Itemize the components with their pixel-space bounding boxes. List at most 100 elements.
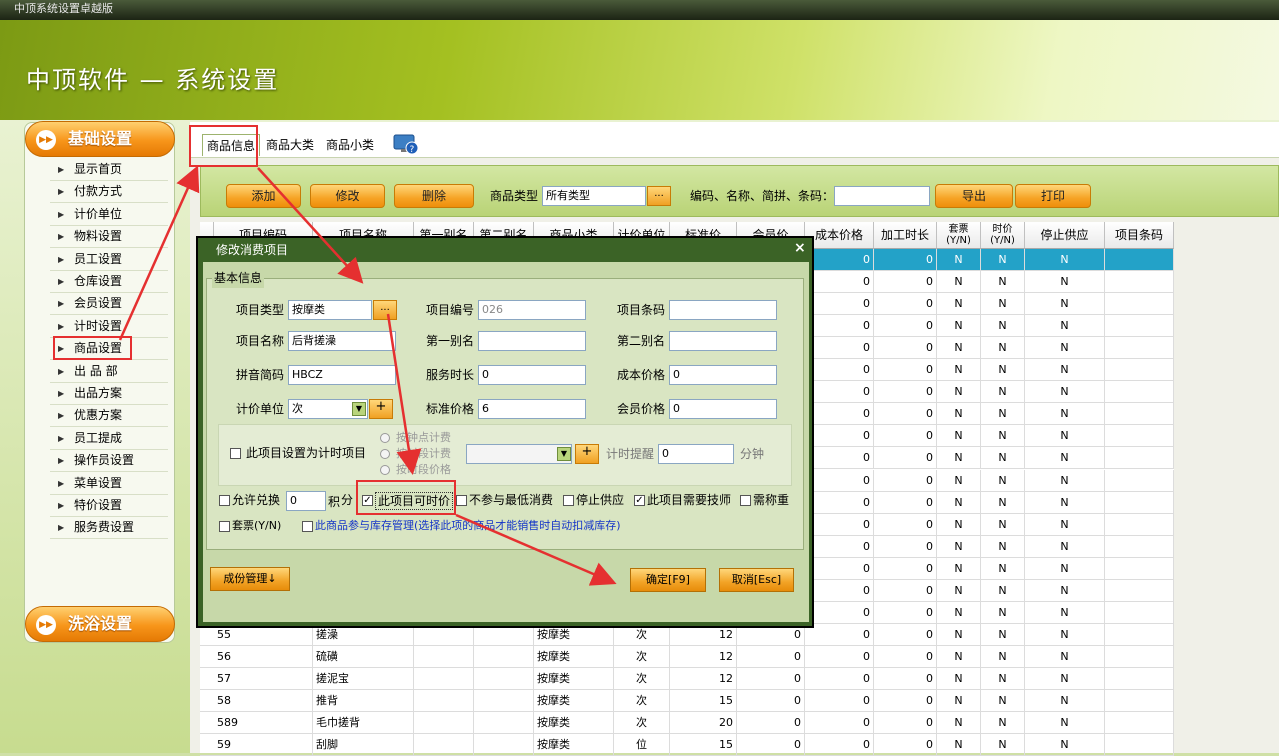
radio-by-hour[interactable] (380, 433, 390, 443)
period-add-button[interactable]: + (575, 444, 599, 464)
grid-header[interactable]: 加工时长 (874, 222, 937, 249)
chevron-down-icon[interactable]: ▼ (557, 447, 571, 461)
sidebar-item[interactable]: ▶ 会员设置 (50, 293, 168, 316)
table-cell (1105, 535, 1174, 558)
table-cell (414, 712, 474, 734)
dialog-close-icon[interactable]: × (794, 240, 806, 256)
table-row[interactable]: 589 毛巾搓背 按摩类次 20 0 0 0 N N N (200, 712, 1174, 734)
timer-remind-input[interactable]: 0 (658, 444, 734, 464)
sidebar-item[interactable]: ▶ 菜单设置 (50, 473, 168, 495)
timed-item-checkbox[interactable] (230, 448, 241, 459)
table-cell: 0 (737, 646, 805, 668)
table-row[interactable]: 56 硫磺 按摩类次 12 0 0 0 N N N (200, 646, 1174, 668)
grid-header[interactable]: 时价(Y/N) (981, 222, 1025, 249)
item-barcode-input[interactable] (669, 300, 777, 320)
no-min-spend-checkbox[interactable] (456, 495, 467, 506)
sidebar-item[interactable]: ▶ 显示首页 (50, 159, 168, 181)
app-title: 中顶软件 — 系统设置 (26, 66, 280, 94)
dialog-title-bar: 修改消费项目 (198, 238, 812, 262)
type-filter-input[interactable]: 所有类型 (542, 186, 646, 206)
unit-label: 计价单位 (236, 402, 285, 416)
alias1-input[interactable] (478, 331, 586, 351)
table-cell: 按摩类 (534, 712, 614, 734)
unit-add-button[interactable]: + (369, 399, 393, 419)
table-cell: N (981, 381, 1025, 404)
alias2-input[interactable] (669, 331, 777, 351)
section-basic-settings-label: 基础设置 (68, 129, 133, 148)
table-cell: 57 (214, 668, 313, 690)
section-basic-settings-button[interactable]: ▶▶ 基础设置 (25, 121, 175, 157)
components-button[interactable]: 成份管理↓ (210, 567, 290, 591)
sidebar-item[interactable]: ▶ 操作员设置 (50, 450, 168, 473)
type-filter-browse-button[interactable]: ... (647, 186, 671, 206)
export-button[interactable]: 导出 (935, 184, 1013, 208)
table-cell: 0 (737, 690, 805, 712)
double-chevron-icon: ▶▶ (36, 615, 56, 635)
table-cell: 0 (874, 425, 937, 448)
stop-supply-checkbox[interactable] (563, 495, 574, 506)
caret-right-icon: ▶ (58, 433, 65, 443)
grid-header[interactable]: 项目条码 (1105, 222, 1174, 249)
sidebar-item[interactable]: ▶ 服务费设置 (50, 517, 168, 540)
grid-header[interactable]: 成本价格 (805, 222, 874, 249)
table-row[interactable]: 57 搓泥宝 按摩类次 12 0 0 0 N N N (200, 668, 1174, 690)
sidebar-item[interactable]: ▶ 计时设置 (50, 316, 168, 338)
item-type-browse-button[interactable]: ... (373, 300, 397, 320)
item-name-input[interactable]: 后背搓澡 (288, 331, 396, 351)
tab-product-category[interactable]: 商品大类 (262, 134, 319, 156)
caret-right-icon: ▶ (58, 187, 65, 197)
package-checkbox[interactable] (219, 521, 230, 532)
member-price-input[interactable]: 0 (669, 399, 777, 419)
table-cell: N (937, 491, 981, 514)
stock-mgmt-checkbox[interactable] (302, 521, 313, 532)
allow-exchange-checkbox[interactable] (219, 495, 230, 506)
ok-button[interactable]: 确定[F9] (630, 568, 706, 592)
need-technician-checkbox[interactable]: ✓ (634, 495, 645, 506)
cost-price-input[interactable]: 0 (669, 365, 777, 385)
edit-button[interactable]: 修改 (310, 184, 385, 208)
sidebar-item[interactable]: ▶ 付款方式 (50, 181, 168, 204)
sidebar-item[interactable]: ▶ 出 品 部 (50, 361, 168, 383)
sidebar-item[interactable]: ▶ 员工提成 (50, 428, 168, 450)
tab-product-subcategory[interactable]: 商品小类 (322, 134, 379, 156)
grid-header[interactable]: 停止供应 (1025, 222, 1105, 249)
std-price-input[interactable]: 6 (478, 399, 586, 419)
sidebar-item[interactable]: ▶ 特价设置 (50, 495, 168, 517)
pinyin-input[interactable]: HBCZ (288, 365, 396, 385)
table-cell: N (981, 315, 1025, 338)
search-input[interactable] (834, 186, 930, 206)
help-monitor-icon[interactable]: ? (393, 133, 419, 155)
table-row[interactable]: 58 推背 按摩类次 15 0 0 0 N N N (200, 690, 1174, 712)
sidebar-item[interactable]: ▶ 计价单位 (50, 204, 168, 226)
exchange-points-input[interactable]: 0 (286, 491, 326, 511)
sidebar-item-label: 操作员设置 (74, 453, 135, 468)
table-cell (1105, 712, 1174, 734)
sidebar-item[interactable]: ▶ 优惠方案 (50, 405, 168, 428)
add-button[interactable]: 添加 (226, 184, 301, 208)
table-cell: N (937, 469, 981, 492)
sidebar-item[interactable]: ▶ 仓库设置 (50, 271, 168, 293)
item-code-input[interactable]: 026 (478, 300, 586, 320)
radio-period-price[interactable] (380, 465, 390, 475)
sidebar-item[interactable]: ▶ 物料设置 (50, 226, 168, 249)
grid-header[interactable]: 套票(Y/N) (937, 222, 981, 249)
need-weigh-checkbox[interactable] (740, 495, 751, 506)
stock-mgmt-label: 此商品参与库存管理(选择此项的商品才能销售时自动扣减库存) (315, 519, 621, 532)
table-cell (1105, 403, 1174, 426)
section-bath-settings-button[interactable]: ▶▶ 洗浴设置 (25, 606, 175, 642)
table-cell: N (1025, 447, 1105, 470)
duration-input[interactable]: 0 (478, 365, 586, 385)
sidebar-item[interactable]: ▶ 员工设置 (50, 249, 168, 271)
item-type-input[interactable]: 按摩类 (288, 300, 372, 320)
table-cell: 0 (805, 712, 874, 734)
cancel-button[interactable]: 取消[Esc] (719, 568, 794, 592)
section-bath-settings-label: 洗浴设置 (68, 614, 133, 633)
table-cell: 0 (805, 579, 874, 602)
sidebar-item[interactable]: ▶ 出品方案 (50, 383, 168, 405)
delete-button[interactable]: 删除 (394, 184, 474, 208)
table-cell: 0 (805, 315, 874, 338)
radio-by-period[interactable] (380, 449, 390, 459)
print-button[interactable]: 打印 (1015, 184, 1091, 208)
chevron-down-icon[interactable]: ▼ (352, 402, 366, 416)
table-cell: N (937, 646, 981, 668)
